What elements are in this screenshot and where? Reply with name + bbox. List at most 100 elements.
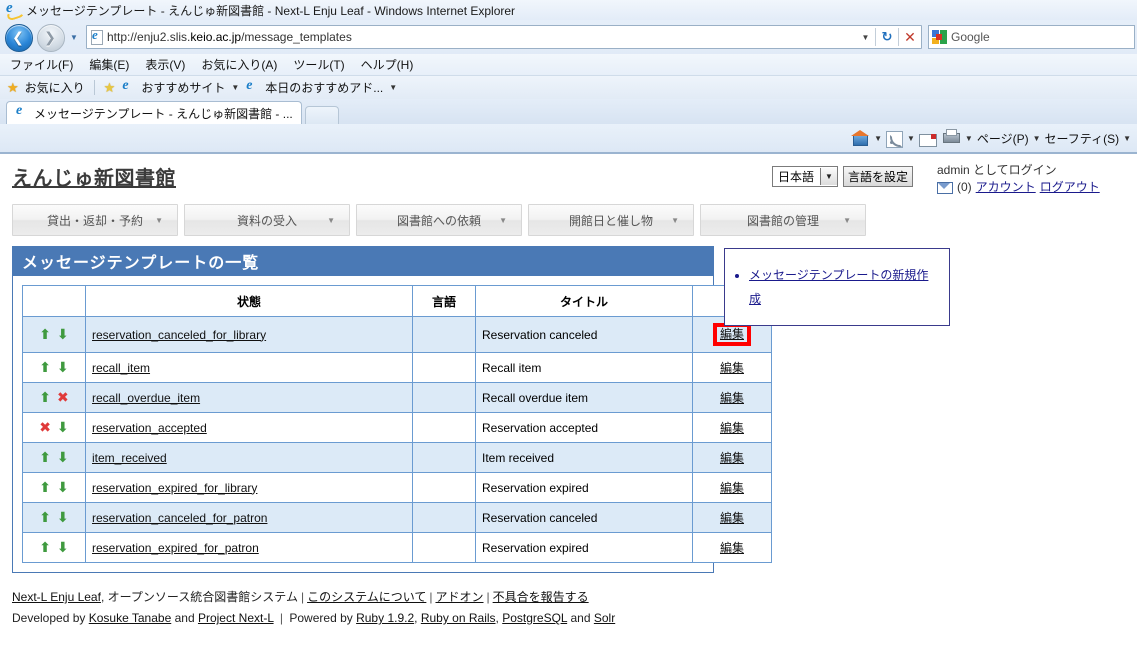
home-chevron-down-icon[interactable]: ▼ [874,134,882,143]
template-state-link[interactable]: reservation_canceled_for_patron [92,511,267,525]
footer-solr-link[interactable]: Solr [594,611,615,625]
column-header-language: 言語 [412,285,476,317]
menu-item-favorites[interactable]: お気に入り(A) [201,56,277,73]
set-language-button[interactable]: 言語を設定 [842,166,913,187]
edit-link[interactable]: 編集 [720,327,744,341]
suggested-sites-label[interactable]: おすすめサイト [141,79,225,96]
edit-link[interactable]: 編集 [720,421,744,435]
footer-postgresql-link[interactable]: PostgreSQL [502,611,567,625]
column-header-state: 状態 [85,285,413,317]
row-actions-cell: 編集 [692,382,772,413]
edit-link[interactable]: 編集 [720,451,744,465]
move-down-icon[interactable]: ⬇ [57,480,69,494]
move-down-icon[interactable]: ⬇ [57,450,69,464]
move-down-icon[interactable]: ⬇ [57,360,69,374]
move-up-icon[interactable]: ⬆ [39,510,51,524]
edit-link[interactable]: 編集 [720,391,744,405]
table-row: ⬆ ⬇ item_received Item received 編集 [22,442,772,473]
template-state-link[interactable]: recall_overdue_item [92,391,200,405]
safety-menu-chevron-down-icon[interactable]: ▼ [1123,134,1131,143]
refresh-icon[interactable]: ↻ [876,27,898,47]
move-up-icon[interactable]: ⬆ [39,480,51,494]
move-down-icon[interactable]: ⬇ [57,420,69,434]
web-slice-icon [245,78,259,96]
move-down-icon[interactable]: ⬇ [57,510,69,524]
move-up-icon[interactable]: ⬆ [39,390,51,404]
nav-library-request-chevron-down-icon: ▼ [499,215,507,225]
suggested-sites-chevron-down-icon[interactable]: ▼ [231,83,239,92]
search-box[interactable]: Google [928,25,1135,49]
envelope-icon[interactable] [937,181,953,194]
nav-item-opening-days-label: 開館日と催し物 [568,213,653,228]
nav-item-opening-days[interactable]: 開館日と催し物 ▼ [528,204,694,236]
feeds-chevron-down-icon[interactable]: ▼ [907,134,915,143]
template-state-link[interactable]: reservation_accepted [92,421,207,435]
footer-addon-link[interactable]: アドオン [435,590,483,604]
template-state-link[interactable]: reservation_expired_for_patron [92,541,259,555]
nav-item-circulation[interactable]: 貸出・返却・予約 ▼ [12,204,178,236]
footer-author-link[interactable]: Kosuke Tanabe [89,611,172,625]
menu-item-tools[interactable]: ツール(T) [293,56,344,73]
web-slice-label[interactable]: 本日のおすすめアド... [265,79,383,96]
edit-link[interactable]: 編集 [720,361,744,375]
footer-about-link[interactable]: このシステムについて [307,590,426,604]
add-to-favorites-bar-icon[interactable]: ★ [104,81,116,94]
safety-menu-label[interactable]: セーフティ(S) [1045,130,1120,147]
print-chevron-down-icon[interactable]: ▼ [965,134,973,143]
title-bar: メッセージテンプレート - えんじゅ新図書館 - Next-L Enju Lea… [0,0,1137,20]
footer-bug-report-link[interactable]: 不具合を報告する [493,590,589,604]
footer-rails-link[interactable]: Ruby on Rails [421,611,496,625]
footer-project-link[interactable]: Project Next-L [198,611,274,625]
template-state-link[interactable]: reservation_expired_for_library [92,481,257,495]
nav-item-acquisition[interactable]: 資料の受入 ▼ [184,204,350,236]
favorites-star-icon[interactable]: ★ [7,81,19,94]
edit-link[interactable]: 編集 [720,481,744,495]
menu-item-file[interactable]: ファイル(F) [10,56,73,73]
account-link[interactable]: アカウント [976,179,1036,196]
template-state-link[interactable]: reservation_canceled_for_library [92,328,266,342]
move-up-icon[interactable]: ⬆ [39,540,51,554]
forward-button[interactable]: ❯ [35,22,65,52]
edit-link[interactable]: 編集 [720,541,744,555]
new-tab-button[interactable] [304,106,339,124]
address-dropdown-icon[interactable]: ▼ [856,27,875,47]
logout-link[interactable]: ログアウト [1040,179,1100,196]
favorites-label[interactable]: お気に入り [25,79,85,96]
footer-product-link[interactable]: Next-L Enju Leaf [12,590,101,604]
site-title-link[interactable]: えんじゅ新図書館 [12,162,176,191]
footer-ruby-link[interactable]: Ruby 1.9.2 [356,611,414,625]
edit-link[interactable]: 編集 [720,511,744,525]
nav-circulation-chevron-down-icon: ▼ [155,215,163,225]
menu-item-help[interactable]: ヘルプ(H) [361,56,414,73]
move-down-icon[interactable]: ⬇ [57,540,69,554]
delete-icon[interactable]: ✖ [57,390,69,404]
language-select[interactable]: 日本語 ▼ [771,166,838,187]
back-button[interactable]: ❮ [3,22,33,52]
feeds-icon[interactable] [885,130,903,148]
template-state-link[interactable]: recall_item [92,361,150,375]
move-down-icon[interactable]: ⬇ [57,327,69,341]
menu-item-view[interactable]: 表示(V) [145,56,185,73]
print-icon[interactable] [941,128,961,148]
page-menu-chevron-down-icon[interactable]: ▼ [1033,134,1041,143]
move-up-icon[interactable]: ⬆ [39,360,51,374]
nav-item-administration[interactable]: 図書館の管理 ▼ [700,204,866,236]
address-bar-url: http://enju2.slis.keio.ac.jp/message_tem… [107,30,856,44]
menu-item-edit[interactable]: 編集(E) [89,56,129,73]
web-slice-chevron-down-icon[interactable]: ▼ [389,83,397,92]
page-menu-label[interactable]: ページ(P) [977,130,1029,147]
row-language-cell [412,502,476,533]
home-icon[interactable] [850,128,870,148]
sidebar-item-new-message-template[interactable]: メッセージテンプレートの新規作成 [749,268,928,306]
tab-message-templates[interactable]: メッセージテンプレート - えんじゅ新図書館 - ... [6,101,302,124]
move-up-icon[interactable]: ⬆ [39,450,51,464]
row-order-cell: ⬆ ⬇ [22,316,86,353]
template-state-link[interactable]: item_received [92,451,167,465]
nav-item-library-request[interactable]: 図書館への依頼 ▼ [356,204,522,236]
address-bar[interactable]: http://enju2.slis.keio.ac.jp/message_tem… [86,25,922,49]
stop-icon[interactable]: ✕ [899,27,921,47]
recent-pages-dropdown[interactable]: ▼ [67,22,81,52]
move-up-icon[interactable]: ⬆ [39,327,51,341]
mail-icon[interactable] [918,133,937,147]
delete-icon[interactable]: ✖ [39,420,51,434]
